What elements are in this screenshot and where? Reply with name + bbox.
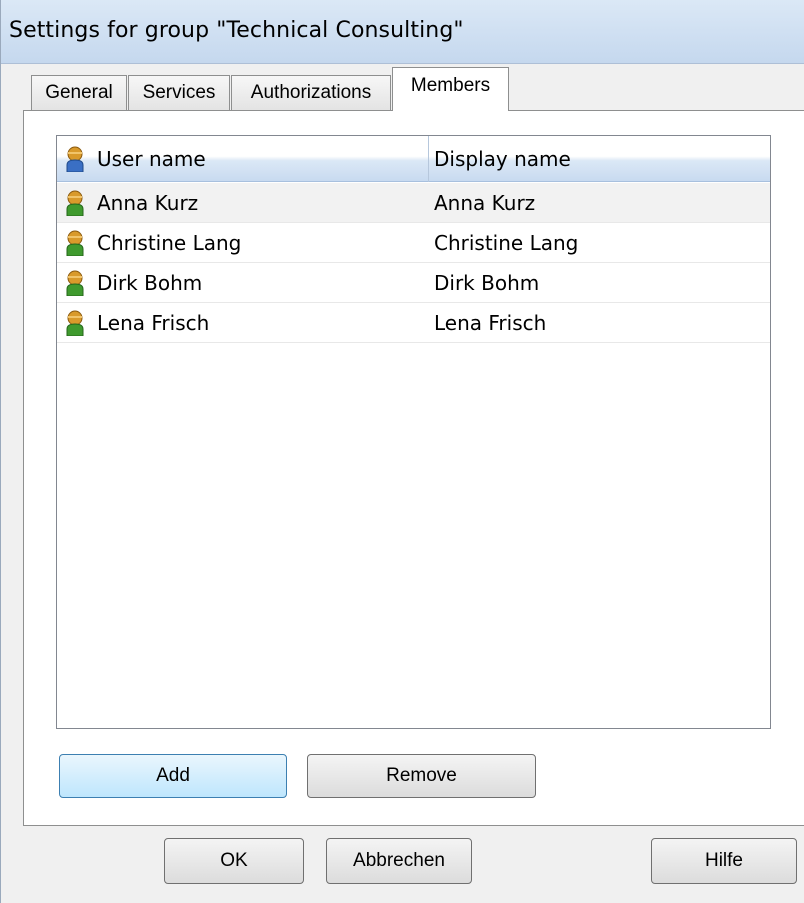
user-name-cell: Lena Frisch [97, 311, 210, 335]
members-list[interactable]: User name Display name Anna Kurz Anna Ku… [56, 135, 771, 729]
list-header: User name Display name [57, 136, 770, 182]
user-name-cell: Anna Kurz [97, 191, 199, 215]
display-name-cell: Dirk Bohm [434, 271, 540, 295]
cancel-button[interactable]: Abbrechen [326, 838, 472, 884]
display-name-cell: Lena Frisch [434, 311, 547, 335]
tab-services[interactable]: Services [128, 75, 230, 111]
user-icon [66, 310, 84, 336]
help-button[interactable]: Hilfe [651, 838, 797, 884]
column-header-user-name[interactable]: User name [57, 136, 429, 182]
user-name-cell: Dirk Bohm [97, 271, 203, 295]
display-name-cell: Anna Kurz [434, 191, 536, 215]
user-icon [66, 146, 84, 172]
add-button[interactable]: Add [59, 754, 287, 798]
column-header-label: Display name [434, 147, 571, 171]
column-header-label: User name [97, 147, 206, 171]
window-title: Settings for group "Technical Consulting… [9, 18, 464, 43]
tab-authorizations[interactable]: Authorizations [231, 75, 391, 111]
user-icon [66, 190, 84, 216]
settings-dialog: Settings for group "Technical Consulting… [0, 0, 804, 903]
remove-button[interactable]: Remove [307, 754, 536, 798]
list-item[interactable]: Anna Kurz Anna Kurz [57, 183, 770, 223]
title-bar[interactable]: Settings for group "Technical Consulting… [1, 0, 804, 64]
ok-button[interactable]: OK [164, 838, 304, 884]
list-item[interactable]: Dirk Bohm Dirk Bohm [57, 263, 770, 303]
display-name-cell: Christine Lang [434, 231, 579, 255]
user-name-cell: Christine Lang [97, 231, 242, 255]
user-icon [66, 230, 84, 256]
user-icon [66, 270, 84, 296]
members-tab-panel: User name Display name Anna Kurz Anna Ku… [23, 110, 804, 826]
list-item[interactable]: Christine Lang Christine Lang [57, 223, 770, 263]
list-item[interactable]: Lena Frisch Lena Frisch [57, 303, 770, 343]
tab-members[interactable]: Members [392, 67, 509, 111]
tab-general[interactable]: General [31, 75, 127, 111]
column-header-display-name[interactable]: Display name [430, 136, 770, 182]
